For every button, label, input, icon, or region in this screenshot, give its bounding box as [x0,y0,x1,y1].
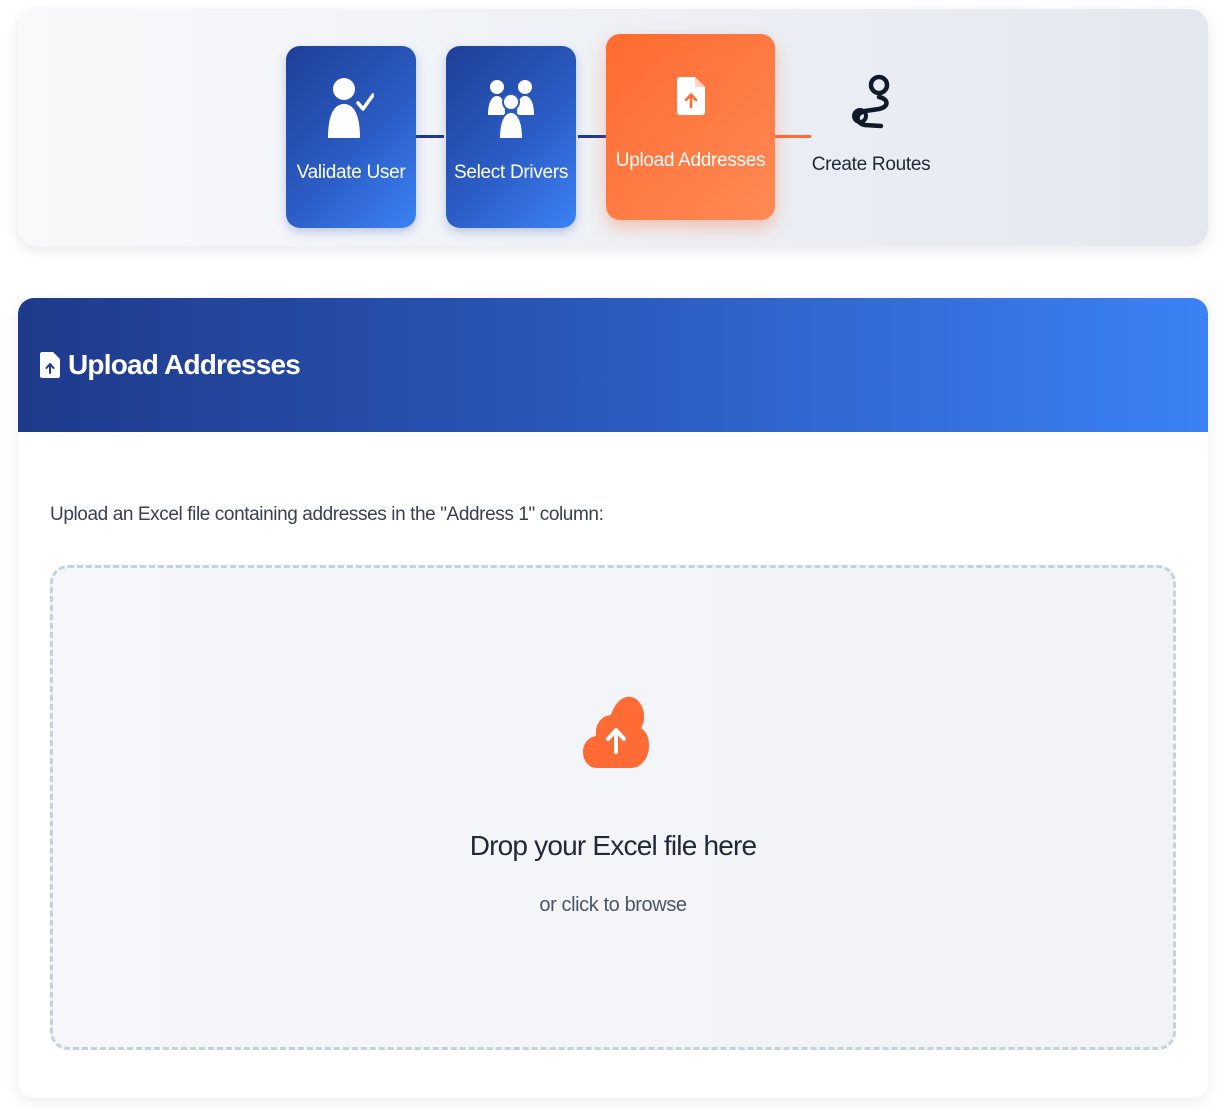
step-validate-user[interactable]: Validate User [286,46,416,228]
file-dropzone[interactable]: Drop your Excel file here or click to br… [50,565,1176,1050]
upload-panel: Upload Addresses Upload an Excel file co… [18,298,1208,1098]
progress-stepper: Validate User Select Drivers Upload Addr… [18,9,1208,246]
users-icon [488,76,534,140]
step-label: Upload Addresses [615,150,766,171]
file-upload-icon [676,64,705,128]
panel-title: Upload Addresses [68,349,301,380]
dropzone-title: Drop your Excel file here [469,830,757,861]
step-select-drivers[interactable]: Select Drivers [446,46,576,228]
step-upload-addresses[interactable]: Upload Addresses [606,34,775,220]
upload-instruction: Upload an Excel file containing addresse… [50,504,604,525]
file-upload-icon [40,352,60,378]
step-connector [578,135,606,138]
step-label: Create Routes [811,154,931,175]
route-icon [851,70,891,134]
dropzone-subtitle[interactable]: or click to browse [53,894,1173,917]
step-connector [416,135,444,138]
step-label: Validate User [296,162,406,183]
cloud-upload-icon [583,688,649,770]
step-create-routes[interactable]: Create Routes [806,46,936,228]
user-check-icon [328,76,374,140]
step-label: Select Drivers [453,162,569,183]
panel-header: Upload Addresses [18,298,1208,432]
